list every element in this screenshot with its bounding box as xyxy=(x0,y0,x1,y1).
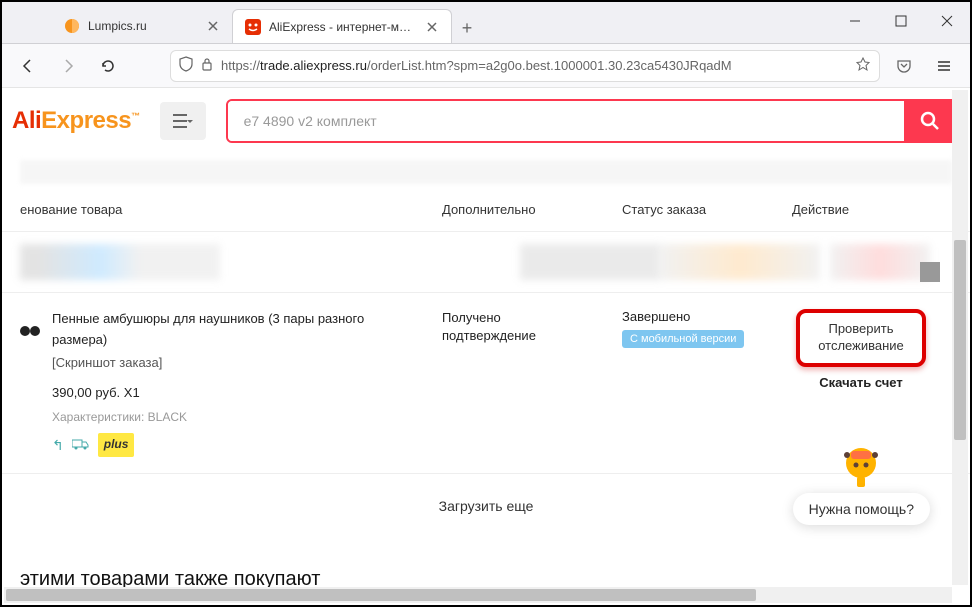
col-extra: Дополнительно xyxy=(442,202,622,217)
vertical-scrollbar[interactable] xyxy=(952,90,968,585)
browser-titlebar: Lumpics.ru AliExpress - интернет-магазин… xyxy=(2,2,970,44)
col-name: енование товара xyxy=(2,202,442,217)
search-bar xyxy=(226,99,958,143)
maximize-button[interactable] xyxy=(878,2,924,40)
blurred-content xyxy=(20,160,952,184)
product-snapshot[interactable]: [Скриншот заказа] xyxy=(52,353,422,374)
tab-lumpics[interactable]: Lumpics.ru xyxy=(52,9,232,43)
col-status: Статус заказа xyxy=(622,202,782,217)
reload-button[interactable] xyxy=(92,50,124,82)
download-invoice-link[interactable]: Скачать счет xyxy=(819,375,902,390)
mobile-badge: С мобильной версии xyxy=(622,330,744,348)
help-text[interactable]: Нужна помощь? xyxy=(793,493,930,525)
minimize-button[interactable] xyxy=(832,2,878,40)
reply-icon[interactable]: ↰ xyxy=(52,434,64,456)
tab-title: Lumpics.ru xyxy=(88,19,198,33)
plus-badge: plus xyxy=(98,433,135,456)
order-extra: Получено подтверждение xyxy=(442,309,622,457)
back-button[interactable] xyxy=(12,50,44,82)
product-thumbnail[interactable] xyxy=(20,323,42,345)
new-tab-button[interactable]: + xyxy=(452,13,482,43)
forward-button[interactable] xyxy=(52,50,84,82)
search-button[interactable] xyxy=(904,101,956,141)
horizontal-scrollbar[interactable] xyxy=(4,587,952,603)
window-controls xyxy=(832,2,970,40)
url-text: https://trade.aliexpress.ru/orderList.ht… xyxy=(221,58,847,73)
product-icons: ↰ plus xyxy=(52,433,422,456)
status-text: Завершено xyxy=(622,309,782,324)
product-price: 390,00 руб. X1 xyxy=(52,383,422,404)
browser-navbar: https://trade.aliexpress.ru/orderList.ht… xyxy=(2,44,970,88)
pocket-icon[interactable] xyxy=(888,50,920,82)
orders-table-header: енование товара Дополнительно Статус зак… xyxy=(2,184,970,232)
search-input[interactable] xyxy=(228,101,904,141)
blurred-row xyxy=(2,232,970,292)
track-order-button[interactable]: Проверить отслеживание xyxy=(796,309,926,367)
close-button[interactable] xyxy=(924,2,970,40)
lock-icon[interactable] xyxy=(201,57,213,74)
help-bot-icon[interactable] xyxy=(837,441,885,489)
favicon-aliexpress xyxy=(245,19,261,35)
url-bar[interactable]: https://trade.aliexpress.ru/orderList.ht… xyxy=(170,50,880,82)
truck-icon[interactable] xyxy=(72,434,90,456)
tab-title: AliExpress - интернет-магазин xyxy=(269,20,417,34)
order-actions: Проверить отслеживание Скачать счет xyxy=(782,309,970,457)
product-characteristics: Характеристики: BLACK xyxy=(52,408,422,427)
col-action: Действие xyxy=(782,202,970,217)
product-info: Пенные амбушюры для наушников (3 пары ра… xyxy=(2,309,442,457)
site-header: AliExpress™ xyxy=(2,90,970,152)
aliexpress-logo[interactable]: AliExpress™ xyxy=(2,107,140,135)
shield-icon[interactable] xyxy=(179,56,193,75)
close-icon[interactable] xyxy=(206,19,220,33)
product-title[interactable]: Пенные амбушюры для наушников (3 пары ра… xyxy=(52,309,422,351)
bookmark-icon[interactable] xyxy=(855,56,871,75)
options-icon[interactable] xyxy=(920,262,940,282)
close-icon[interactable] xyxy=(425,20,439,34)
page-content: AliExpress™ енование товара Дополнительн… xyxy=(2,90,970,605)
menu-button[interactable] xyxy=(928,50,960,82)
order-status: Завершено С мобильной версии xyxy=(622,309,782,457)
help-widget: Нужна помощь? xyxy=(793,441,930,525)
categories-button[interactable] xyxy=(160,102,206,140)
favicon-lumpics xyxy=(64,18,80,34)
tab-aliexpress[interactable]: AliExpress - интернет-магазин xyxy=(232,9,452,43)
